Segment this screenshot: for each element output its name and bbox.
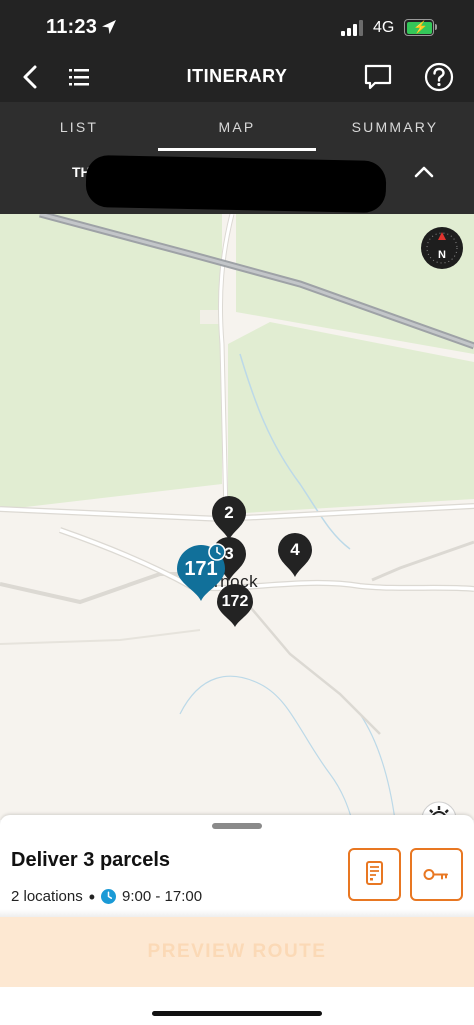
map-view[interactable]: N rnock 2 3 4 172 171 [0, 214, 474, 820]
compass-letter: N [438, 249, 446, 261]
task-title: Deliver 3 parcels [11, 849, 170, 871]
stop-pin-2[interactable]: 2 [211, 495, 247, 541]
tab-list[interactable]: LIST [0, 119, 158, 139]
clock-icon [101, 889, 117, 904]
stop-pin-171[interactable]: 171 [176, 543, 228, 602]
bottom-sheet[interactable]: Deliver 3 parcels 2 locations • 9:00 - 1… [0, 815, 474, 1025]
location-count: 2 locations [11, 888, 83, 905]
page-title: ITINERARY [186, 66, 288, 86]
tab-summary[interactable]: SUMMARY [316, 119, 474, 139]
key-icon [423, 869, 448, 880]
home-indicator[interactable] [152, 1011, 322, 1016]
cellular-signal-icon [341, 20, 367, 36]
access-code-button[interactable] [410, 848, 463, 901]
sheet-divider [0, 909, 474, 917]
chevron-up-icon[interactable] [412, 162, 436, 182]
stop-pin-4[interactable]: 4 [277, 532, 313, 578]
battery-cap [435, 24, 437, 30]
charging-bolt-icon: ⚡ [413, 20, 428, 34]
chat-button[interactable] [362, 61, 394, 93]
preview-route-button[interactable]: PREVIEW ROUTE [0, 917, 474, 987]
separator-dot: • [88, 886, 96, 907]
redaction-mark [85, 154, 387, 214]
compass-icon[interactable]: N [420, 226, 464, 270]
selected-tab-indicator [158, 148, 316, 151]
route-header[interactable]: THE A H [0, 154, 474, 214]
sheet-drag-handle[interactable] [212, 823, 262, 829]
clock-icon [208, 543, 226, 561]
tab-map[interactable]: MAP [158, 119, 316, 139]
location-arrow-icon [102, 20, 116, 34]
battery-icon: ⚡ [404, 19, 434, 36]
view-tabs: LIST MAP SUMMARY [0, 102, 474, 154]
network-type: 4G [373, 19, 395, 36]
document-icon [366, 861, 383, 885]
status-time: 11:23 [46, 16, 98, 38]
delivery-notes-button[interactable] [348, 848, 401, 901]
status-bar: 11:23 4G ⚡ [0, 0, 474, 56]
app-bar: ITINERARY [0, 56, 474, 102]
help-button[interactable] [423, 61, 455, 93]
task-subtitle: 2 locations • 9:00 - 17:00 [11, 886, 203, 907]
time-window: 9:00 - 17:00 [122, 888, 203, 905]
